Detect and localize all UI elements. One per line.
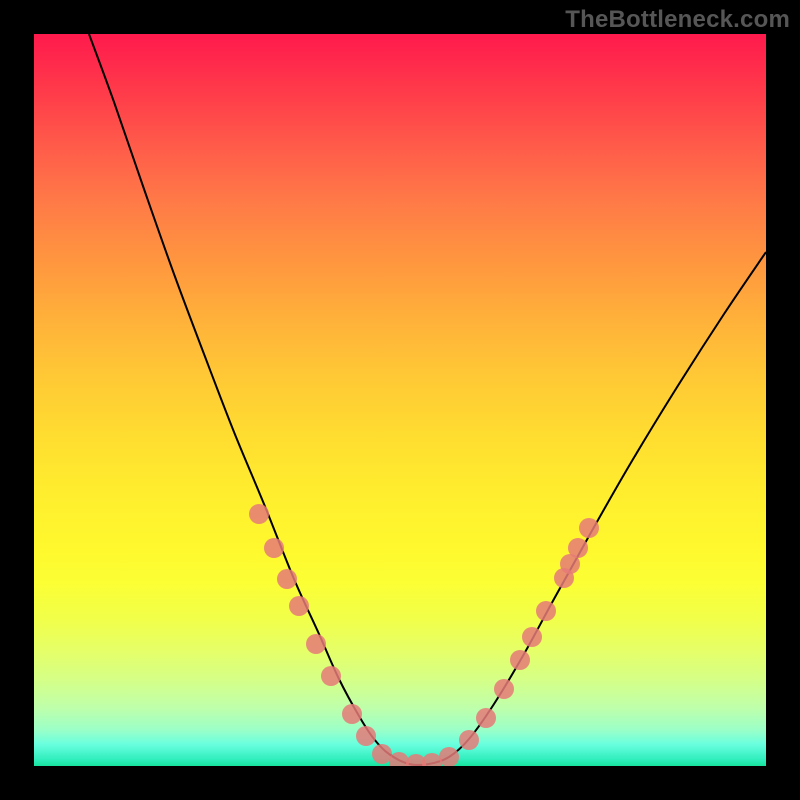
data-bead [522,627,542,647]
plot-area [34,34,766,766]
data-bead [568,538,588,558]
data-bead [494,679,514,699]
data-bead [249,504,269,524]
data-bead [389,752,409,766]
bottleneck-curve [89,34,766,765]
data-bead [439,747,459,766]
data-bead [342,704,362,724]
bead-group [249,504,599,766]
data-bead [277,569,297,589]
data-bead [372,744,392,764]
data-bead [476,708,496,728]
data-bead [536,601,556,621]
data-bead [510,650,530,670]
data-bead [306,634,326,654]
data-bead [356,726,376,746]
data-bead [289,596,309,616]
data-bead [579,518,599,538]
curve-svg [34,34,766,766]
data-bead [321,666,341,686]
chart-frame: TheBottleneck.com [0,0,800,800]
data-bead [459,730,479,750]
data-bead [422,753,442,766]
data-bead [264,538,284,558]
watermark-text: TheBottleneck.com [565,6,790,34]
